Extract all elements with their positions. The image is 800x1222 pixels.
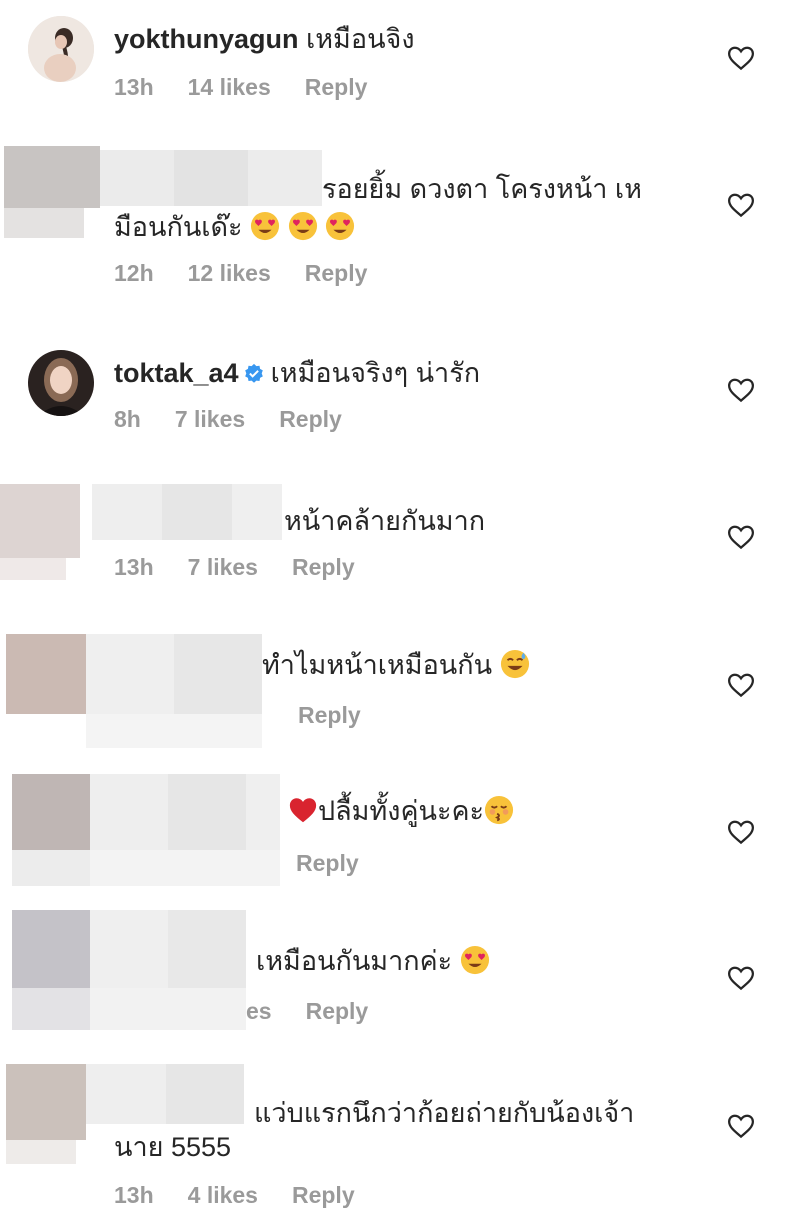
verified-badge-icon xyxy=(244,363,263,383)
blurred-username xyxy=(90,774,280,886)
reply-button[interactable]: Reply xyxy=(305,260,368,286)
blurred-avatar xyxy=(4,146,100,238)
avatar-image xyxy=(28,16,94,82)
comment-text-line: หน้าคล้ายกันมาก xyxy=(284,504,485,538)
heart-outline-icon[interactable] xyxy=(726,670,756,700)
red-heart-emoji xyxy=(289,798,317,823)
comment-meta: 8h 7 likes Reply xyxy=(114,406,376,433)
comment-likes[interactable]: 14 likes xyxy=(188,74,271,100)
comment-time: 13h xyxy=(114,554,154,580)
comment-text-line: รอยยิ้ม ดวงตา โครงหน้า เห xyxy=(322,172,642,206)
comment-text-line-2: นาย 5555 xyxy=(114,1130,231,1164)
blurred-avatar xyxy=(0,484,92,580)
reply-button[interactable]: Reply xyxy=(292,554,355,580)
heart-eyes-emoji xyxy=(288,211,317,241)
comment-likes[interactable]: es xyxy=(246,998,272,1024)
comment-2: รอยยิ้ม ดวงตา โครงหน้า เห มือนกันเด๊ะ 12… xyxy=(0,140,800,310)
comment-1: yokthunyagun เหมือนจิง 13h 14 likes Reply xyxy=(0,0,800,130)
comment-meta: es Reply xyxy=(246,998,402,1025)
comment-text: นาย 5555 xyxy=(114,1132,232,1162)
avatar-image xyxy=(28,350,94,416)
comment-text: เหมือนจริงๆ น่ารัก xyxy=(270,358,481,388)
comment-text: แว่บแรกนึกว่าก้อยถ่ายกับน้องเจ้า xyxy=(254,1098,635,1128)
comment-7: เหมือนกันมากค่ะ es Reply xyxy=(0,910,800,1040)
reply-button[interactable]: Reply xyxy=(292,1182,355,1208)
comment-5: ทำไมหน้าเหมือนกัน Reply xyxy=(0,630,800,750)
heart-outline-icon[interactable] xyxy=(726,1111,756,1141)
heart-eyes-emoji xyxy=(460,945,489,975)
comment-text-line: ปลื้มทั้งคู่นะคะ xyxy=(288,794,514,828)
blurred-avatar xyxy=(12,774,90,886)
comment-text: หน้าคล้ายกันมาก xyxy=(284,506,486,536)
comment-meta: 13h 4 likes Reply xyxy=(114,1182,389,1209)
comment-text-line-2: มือนกันเด๊ะ xyxy=(114,210,355,244)
comment-time: 13h xyxy=(114,1182,154,1208)
blurred-username xyxy=(100,150,322,206)
blurred-username xyxy=(86,634,262,748)
avatar-toktak-a4[interactable] xyxy=(28,350,94,416)
kissing-closed-eyes-emoji xyxy=(485,795,514,825)
comment-text: เหมือนจิง xyxy=(306,24,415,54)
comment-text: ทำไมหน้าเหมือนกัน xyxy=(262,650,493,680)
reply-button[interactable]: Reply xyxy=(296,850,359,876)
blurred-username xyxy=(86,1064,244,1124)
comment-meta: Reply xyxy=(298,702,395,729)
comment-text: ปลื้มทั้งคู่นะคะ xyxy=(318,796,485,826)
comment-meta: 13h 14 likes Reply xyxy=(114,74,401,101)
avatar-yokthunyagun[interactable] xyxy=(28,16,94,82)
comment-likes[interactable]: 7 likes xyxy=(188,554,258,580)
comment-text-line: แว่บแรกนึกว่าก้อยถ่ายกับน้องเจ้า xyxy=(254,1096,634,1130)
blurred-avatar xyxy=(6,1064,86,1164)
comment-text: รอยยิ้ม ดวงตา โครงหน้า เห xyxy=(322,174,642,204)
reply-button[interactable]: Reply xyxy=(298,702,361,728)
comment-text: มือนกันเด๊ะ xyxy=(114,212,243,242)
comment-meta: 12h 12 likes Reply xyxy=(114,260,401,287)
comment-3: toktak_a4 เหมือนจริงๆ น่ารัก 8h 7 likes Rep… xyxy=(0,340,800,460)
heart-outline-icon[interactable] xyxy=(726,375,756,405)
reply-button[interactable]: Reply xyxy=(305,74,368,100)
comment-meta: Reply xyxy=(296,850,393,877)
comment-4: หน้าคล้ายกันมาก 13h 7 likes Reply xyxy=(0,480,800,610)
reply-button[interactable]: Reply xyxy=(279,406,342,432)
comment-likes[interactable]: 4 likes xyxy=(188,1182,258,1208)
comment-text-line: yokthunyagun เหมือนจิง xyxy=(114,22,415,56)
comment-username[interactable]: yokthunyagun xyxy=(114,24,299,54)
heart-outline-icon[interactable] xyxy=(726,963,756,993)
heart-outline-icon[interactable] xyxy=(726,43,756,73)
blurred-username xyxy=(92,484,282,540)
comment-time: 13h xyxy=(114,74,154,100)
blurred-avatar xyxy=(6,634,86,714)
reply-button[interactable]: Reply xyxy=(306,998,369,1024)
comment-8: แว่บแรกนึกว่าก้อยถ่ายกับน้องเจ้า นาย 555… xyxy=(0,1060,800,1220)
heart-eyes-emoji xyxy=(251,211,280,241)
comment-username[interactable]: toktak_a4 xyxy=(114,358,239,388)
heart-eyes-emoji xyxy=(326,211,355,241)
comment-meta: 13h 7 likes Reply xyxy=(114,554,389,581)
blurred-avatar xyxy=(12,910,90,1030)
comment-time: 8h xyxy=(114,406,141,432)
comment-text-line: toktak_a4 เหมือนจริงๆ น่ารัก xyxy=(114,356,480,390)
comment-text-line: เหมือนกันมากค่ะ xyxy=(256,944,490,978)
comment-likes[interactable]: 7 likes xyxy=(175,406,245,432)
blurred-username xyxy=(90,910,246,1030)
sweat-smile-emoji xyxy=(500,649,529,679)
comment-text-line: ทำไมหน้าเหมือนกัน xyxy=(262,648,530,682)
heart-outline-icon[interactable] xyxy=(726,817,756,847)
comment-text: เหมือนกันมากค่ะ xyxy=(256,946,453,976)
comment-likes[interactable]: 12 likes xyxy=(188,260,271,286)
comment-6: ปลื้มทั้งคู่นะคะ Reply xyxy=(0,770,800,890)
heart-outline-icon[interactable] xyxy=(726,190,756,220)
comment-time: 12h xyxy=(114,260,154,286)
heart-outline-icon[interactable] xyxy=(726,522,756,552)
